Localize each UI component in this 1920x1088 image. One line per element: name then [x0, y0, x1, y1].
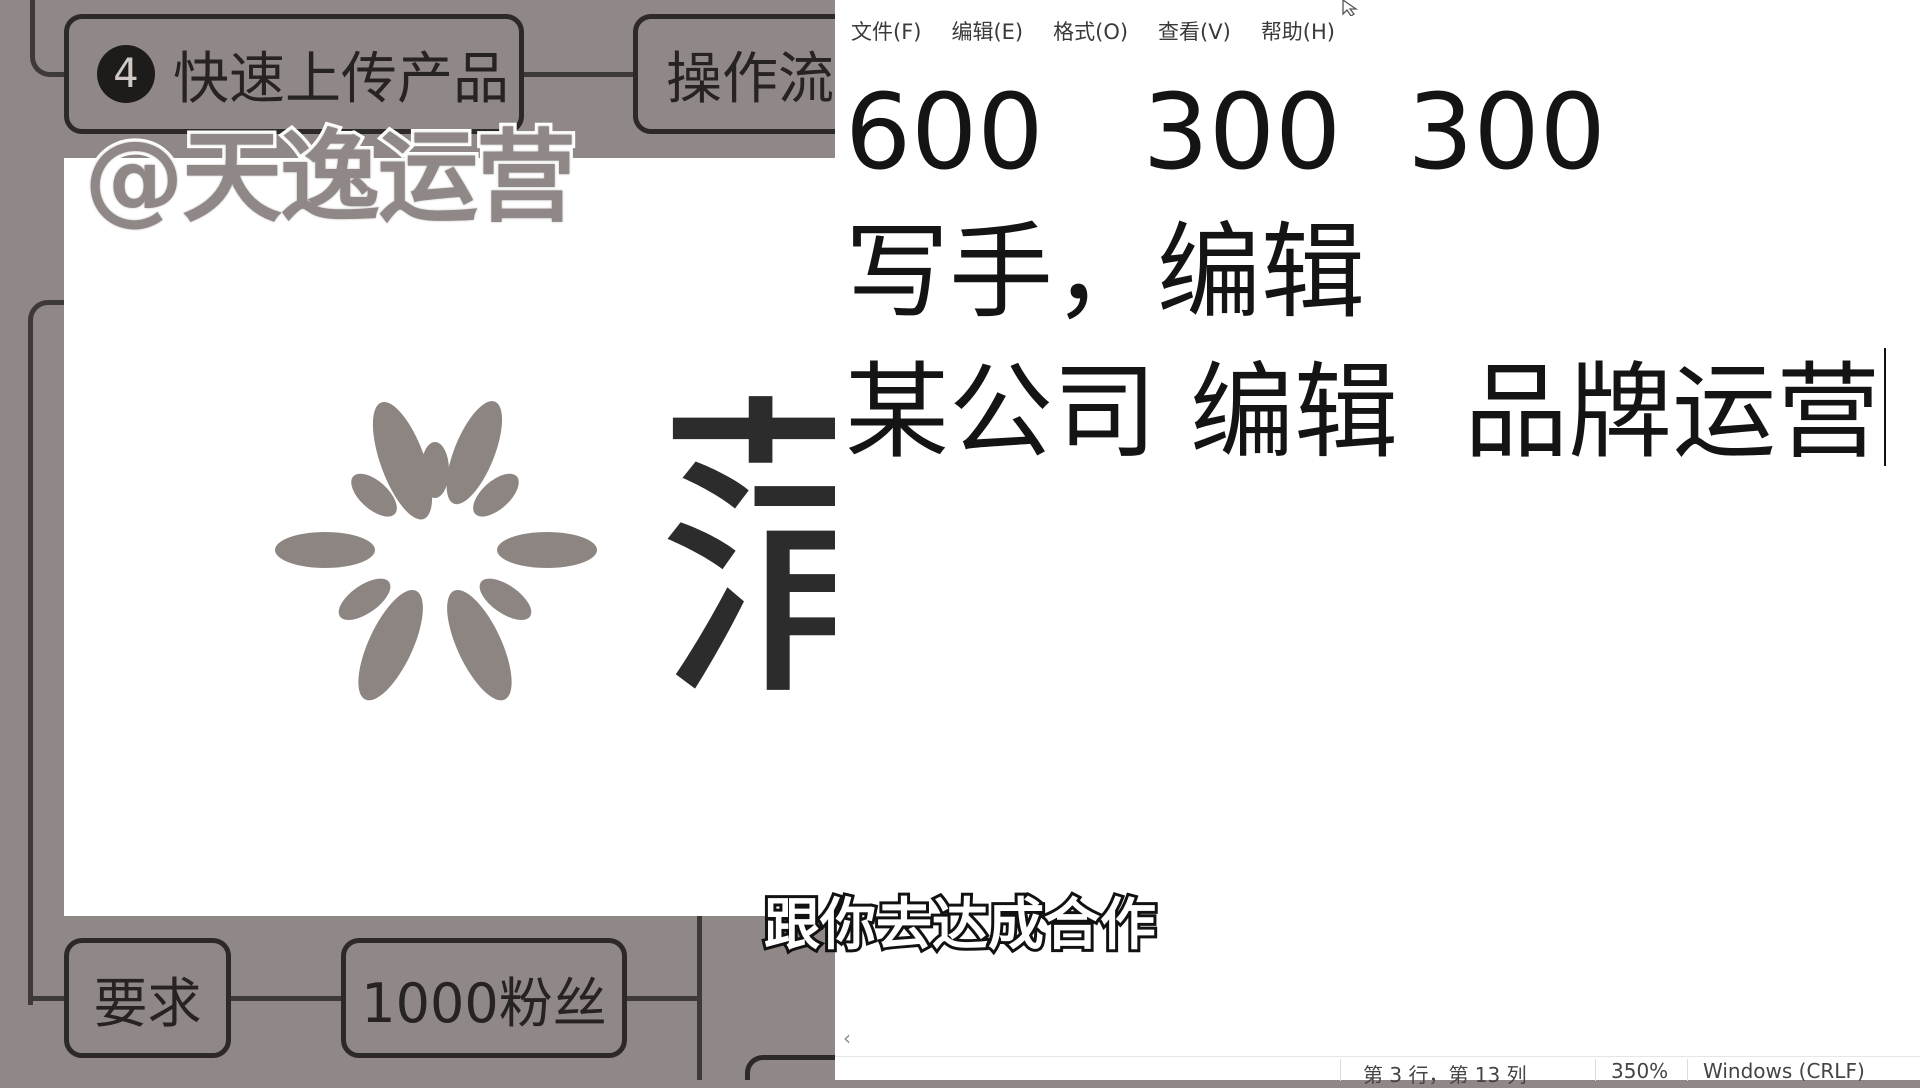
mindmap-node-requirement: 要求: [64, 938, 231, 1058]
video-subtitle: 跟你去达成合作: [761, 893, 1159, 958]
connector-line: [627, 996, 697, 1001]
mindmap-node-operation-flow: 操作流程: [633, 14, 835, 134]
status-divider: [1340, 1059, 1341, 1081]
menu-bar: 文件(F) 编辑(E) 格式(O) 查看(V) 帮助(H): [835, 14, 1339, 48]
connector-line: [524, 72, 634, 77]
text-caret: [1884, 348, 1887, 466]
menu-view[interactable]: 查看(V): [1154, 14, 1235, 48]
logo-text: 蒲: [655, 369, 835, 741]
mindmap-node-quick-upload: 4 快速上传产品: [64, 14, 524, 134]
status-divider: [1687, 1059, 1688, 1081]
node-label: 快速上传产品: [173, 46, 509, 112]
menu-file[interactable]: 文件(F): [847, 14, 925, 48]
node-label: 要求: [93, 971, 202, 1035]
menu-format[interactable]: 格式(O): [1049, 14, 1132, 48]
status-divider: [1595, 1059, 1596, 1081]
editor-line: 某公司 编辑 品牌运营: [845, 342, 1905, 482]
brand-logo-icon: [275, 401, 597, 701]
scroll-left-icon[interactable]: ‹: [843, 1026, 851, 1050]
node-label: 操作流程: [666, 46, 835, 112]
menu-edit[interactable]: 编辑(E): [947, 14, 1027, 48]
watermark-text: @天逸运营: [81, 119, 580, 236]
mindmap-node-partial: [745, 1055, 835, 1080]
status-bar: 第 3 行，第 13 列 350% Windows (CRLF): [835, 1056, 1920, 1087]
mindmap-node-fans: 1000粉丝: [341, 938, 627, 1058]
mouse-pointer-icon: [1342, 0, 1359, 16]
connector-line: [231, 996, 341, 1001]
number-badge: 4: [97, 45, 155, 103]
editor-line: 600 300 300: [845, 71, 1606, 193]
cursor-position: 第 3 行，第 13 列: [1363, 1063, 1527, 1087]
editor-line-text: 某公司 编辑 品牌运营: [845, 351, 1881, 473]
text-editor[interactable]: 600 300 300 写手，编辑 某公司 编辑 品牌运营: [845, 62, 1905, 482]
line-ending: Windows (CRLF): [1703, 1059, 1865, 1083]
zoom-level: 350%: [1611, 1059, 1669, 1083]
connector-line: [28, 996, 64, 1001]
node-label: 1000粉丝: [361, 971, 607, 1035]
editor-line: 写手，编辑: [845, 211, 1366, 333]
menu-help[interactable]: 帮助(H): [1257, 14, 1339, 48]
